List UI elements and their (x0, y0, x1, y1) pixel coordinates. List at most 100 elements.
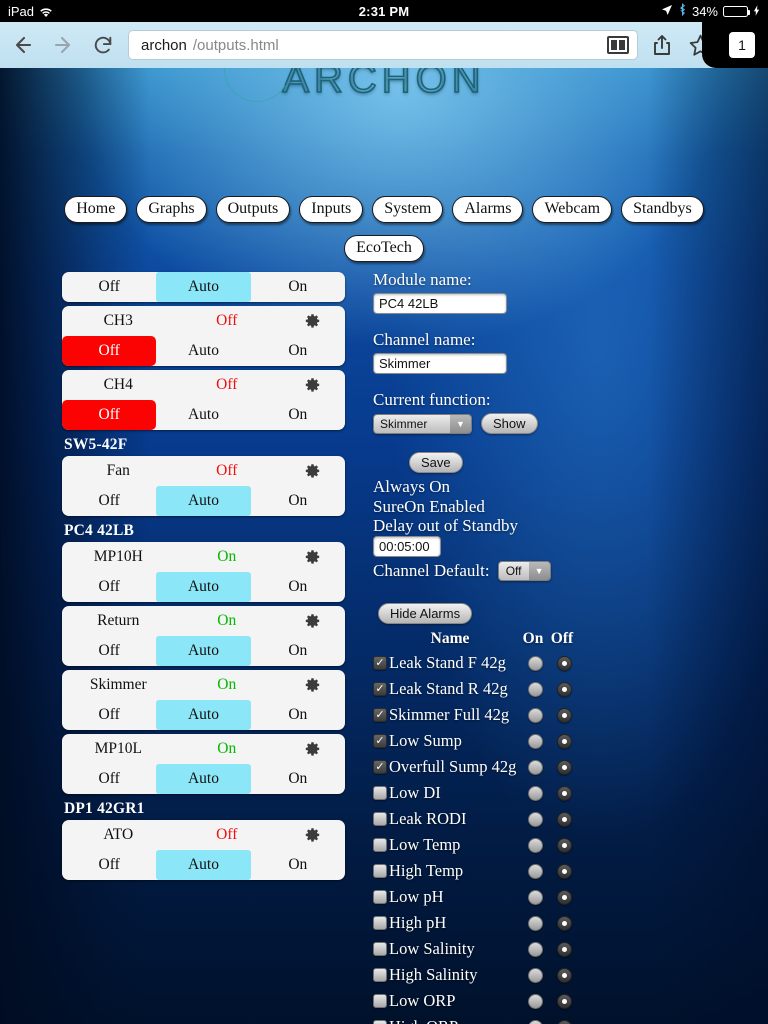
alarm-off-radio[interactable] (556, 655, 572, 671)
gear-icon[interactable] (281, 677, 343, 694)
hide-alarms-button[interactable]: Hide Alarms (378, 603, 473, 625)
show-button[interactable]: Show (481, 413, 538, 434)
alarm-enable-checkbox[interactable]: ✓ (373, 1020, 387, 1024)
gear-icon[interactable] (281, 613, 343, 630)
channel-mode-on-button[interactable]: On (251, 486, 345, 516)
alarm-on-radio[interactable] (527, 707, 543, 723)
alarm-on-radio[interactable] (527, 785, 543, 801)
alarm-off-radio[interactable] (556, 681, 572, 697)
channel-mode-on-button[interactable]: On (251, 572, 345, 602)
channel-mode-off-button[interactable]: Off (62, 272, 156, 302)
channel-mode-auto-button[interactable]: Auto (156, 486, 251, 516)
channel-mode-on-button[interactable]: On (251, 636, 345, 666)
alarm-enable-checkbox[interactable]: ✓ (373, 864, 387, 879)
channel-mode-off-button[interactable]: Off (62, 850, 156, 880)
channel-mode-auto-button[interactable]: Auto (156, 572, 251, 602)
channel-mode-auto-button[interactable]: Auto (156, 636, 251, 666)
alarm-off-radio[interactable] (556, 993, 572, 1009)
alarm-enable-checkbox[interactable]: ✓ (373, 916, 387, 931)
alarm-off-radio[interactable] (556, 785, 572, 801)
alarm-off-radio[interactable] (556, 1019, 572, 1024)
save-button[interactable]: Save (409, 452, 463, 473)
alarm-off-radio[interactable] (556, 941, 572, 957)
current-function-select[interactable]: Skimmer ▼ (373, 413, 472, 434)
channel-mode-auto-button[interactable]: Auto (156, 850, 251, 880)
alarm-enable-checkbox[interactable]: ✓ (373, 942, 387, 957)
channel-mode-on-button[interactable]: On (251, 850, 345, 880)
alarm-off-radio[interactable] (556, 863, 572, 879)
alarm-enable-checkbox[interactable]: ✓ (373, 682, 387, 697)
channel-mode-on-button[interactable]: On (251, 764, 345, 794)
channel-mode-on-button[interactable]: On (251, 336, 345, 366)
alarm-enable-checkbox[interactable]: ✓ (373, 656, 387, 671)
channel-default-select[interactable]: Off ▼ (497, 561, 551, 582)
channel-mode-off-button[interactable]: Off (62, 636, 156, 666)
alarm-enable-checkbox[interactable]: ✓ (373, 812, 387, 827)
channel-mode-auto-button[interactable]: Auto (156, 272, 251, 302)
channel-mode-off-button[interactable]: Off (62, 400, 157, 430)
channel-mode-off-button[interactable]: Off (62, 336, 157, 366)
alarm-off-radio[interactable] (556, 915, 572, 931)
channel-mode-auto-button[interactable]: Auto (156, 336, 250, 366)
gear-icon[interactable] (281, 377, 343, 394)
tab-count-button[interactable]: 1 (702, 22, 768, 68)
alarm-on-radio[interactable] (527, 941, 543, 957)
alarm-enable-checkbox[interactable]: ✓ (373, 838, 387, 853)
channel-mode-on-button[interactable]: On (251, 272, 345, 302)
gear-icon[interactable] (281, 549, 343, 566)
channel-mode-off-button[interactable]: Off (62, 486, 156, 516)
nav-item-ecotech[interactable]: EcoTech (344, 235, 424, 262)
nav-item-alarms[interactable]: Alarms (452, 196, 524, 223)
alarm-on-radio[interactable] (527, 967, 543, 983)
nav-item-outputs[interactable]: Outputs (215, 196, 291, 223)
alarm-enable-checkbox[interactable]: ✓ (373, 994, 387, 1009)
channel-mode-on-button[interactable]: On (251, 700, 345, 730)
nav-item-graphs[interactable]: Graphs (136, 196, 207, 223)
gear-icon[interactable] (281, 463, 343, 480)
forward-arrow-icon[interactable] (48, 30, 78, 60)
alarm-on-radio[interactable] (527, 681, 543, 697)
alarm-enable-checkbox[interactable]: ✓ (373, 734, 387, 749)
nav-item-webcam[interactable]: Webcam (532, 196, 613, 223)
share-icon[interactable] (648, 30, 676, 60)
gear-icon[interactable] (281, 827, 343, 844)
channel-mode-on-button[interactable]: On (251, 400, 345, 430)
alarm-on-radio[interactable] (527, 759, 543, 775)
alarm-on-radio[interactable] (527, 863, 543, 879)
gear-icon[interactable] (281, 741, 343, 758)
nav-item-home[interactable]: Home (64, 196, 128, 223)
channel-mode-auto-button[interactable]: Auto (156, 764, 251, 794)
alarm-on-radio[interactable] (527, 915, 543, 931)
alarm-on-radio[interactable] (527, 733, 543, 749)
channel-mode-off-button[interactable]: Off (62, 764, 156, 794)
alarm-on-radio[interactable] (527, 993, 543, 1009)
reload-icon[interactable] (88, 30, 118, 60)
nav-item-standbys[interactable]: Standbys (621, 196, 704, 223)
url-input[interactable]: archon/outputs.html (128, 30, 638, 60)
alarm-on-radio[interactable] (527, 889, 543, 905)
alarm-on-radio[interactable] (527, 1019, 543, 1024)
channel-name-input[interactable]: Skimmer (373, 353, 507, 374)
nav-item-system[interactable]: System (372, 196, 444, 223)
alarm-enable-checkbox[interactable]: ✓ (373, 786, 387, 801)
back-arrow-icon[interactable] (8, 30, 38, 60)
alarm-off-radio[interactable] (556, 707, 572, 723)
delay-input[interactable]: 00:05:00 (373, 536, 441, 558)
reader-view-icon[interactable] (607, 36, 629, 54)
alarm-enable-checkbox[interactable]: ✓ (373, 968, 387, 983)
alarm-on-radio[interactable] (527, 811, 543, 827)
alarm-off-radio[interactable] (556, 811, 572, 827)
gear-icon[interactable] (281, 313, 343, 330)
alarm-off-radio[interactable] (556, 889, 572, 905)
alarm-on-radio[interactable] (527, 655, 543, 671)
alarm-off-radio[interactable] (556, 837, 572, 853)
channel-mode-auto-button[interactable]: Auto (156, 700, 251, 730)
alarm-on-radio[interactable] (527, 837, 543, 853)
alarm-off-radio[interactable] (556, 733, 572, 749)
channel-mode-off-button[interactable]: Off (62, 572, 156, 602)
alarm-off-radio[interactable] (556, 759, 572, 775)
alarm-off-radio[interactable] (556, 967, 572, 983)
alarm-enable-checkbox[interactable]: ✓ (373, 760, 387, 775)
module-name-input[interactable]: PC4 42LB (373, 293, 507, 314)
channel-mode-auto-button[interactable]: Auto (156, 400, 250, 430)
